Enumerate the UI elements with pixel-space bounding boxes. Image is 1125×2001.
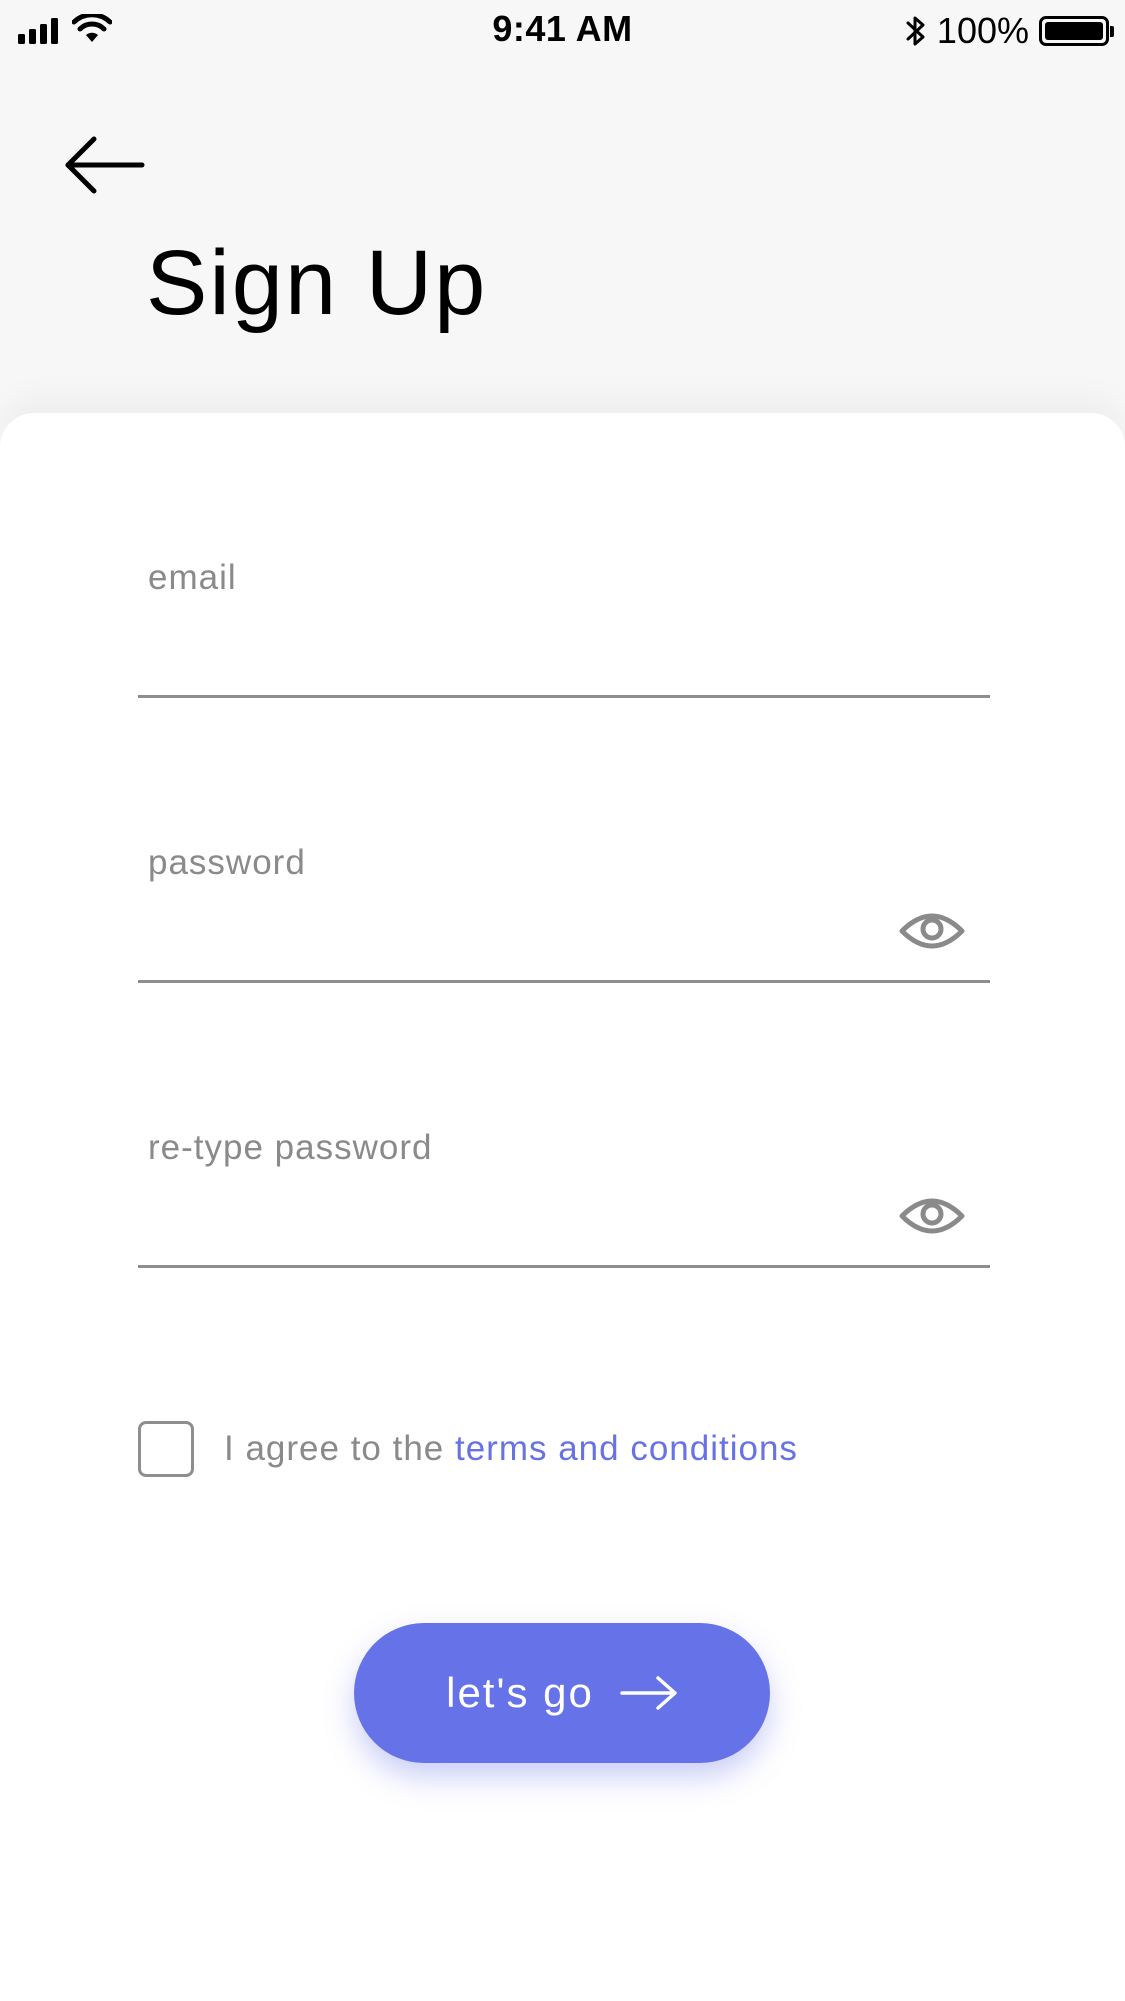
agree-prefix-text: I agree to the — [224, 1429, 455, 1468]
retype-password-label: re-type password — [148, 1128, 433, 1167]
retype-password-underline — [138, 1265, 990, 1268]
password-label: password — [148, 843, 306, 882]
retype-password-input[interactable] — [148, 1190, 892, 1252]
eye-icon[interactable] — [898, 909, 966, 953]
password-input[interactable] — [148, 905, 892, 967]
terms-and-conditions-link[interactable]: terms and conditions — [455, 1429, 798, 1468]
eye-icon[interactable] — [898, 1194, 966, 1238]
password-underline — [138, 980, 990, 983]
status-bar: 9:41 AM 100% — [0, 0, 1125, 60]
sign-up-card: email password re-type password I agree … — [0, 413, 1125, 2001]
status-bar-right: 100% — [905, 10, 1114, 52]
battery-level — [1045, 22, 1103, 40]
back-button[interactable] — [64, 135, 146, 195]
email-label: email — [148, 558, 237, 597]
bluetooth-icon — [906, 16, 925, 46]
password-field: password — [138, 843, 990, 983]
lets-go-label: let's go — [446, 1669, 594, 1716]
battery-percent: 100% — [936, 10, 1029, 51]
battery-icon — [1039, 16, 1114, 46]
email-field: email — [138, 558, 990, 698]
retype-password-field: re-type password — [138, 1128, 990, 1268]
arrow-left-icon — [65, 136, 145, 194]
terms-checkbox[interactable] — [138, 1421, 194, 1477]
lets-go-button[interactable]: let's go — [354, 1623, 770, 1763]
terms-agreement-row: I agree to the terms and conditions — [138, 1421, 798, 1477]
terms-agreement-text: I agree to the terms and conditions — [224, 1429, 798, 1469]
email-underline — [138, 695, 990, 698]
arrow-right-icon — [620, 1676, 677, 1710]
page-title: Sign Up — [146, 232, 488, 334]
email-input[interactable] — [148, 620, 892, 682]
